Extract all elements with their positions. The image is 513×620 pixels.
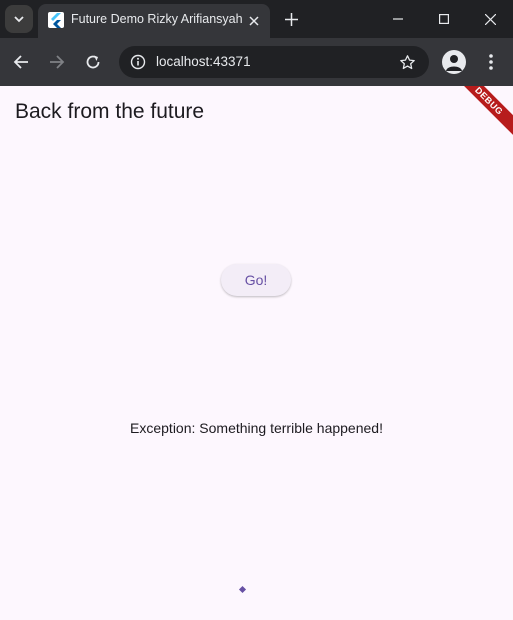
result-text: Exception: Something terrible happened! — [130, 420, 383, 436]
close-window-button[interactable] — [474, 4, 506, 34]
progress-indicator — [238, 585, 247, 594]
go-button[interactable]: Go! — [221, 264, 291, 296]
star-icon — [399, 54, 415, 69]
tab-strip: Future Demo Rizky Arifiansyah — [0, 0, 513, 38]
person-icon — [446, 55, 462, 71]
reload-icon — [86, 55, 100, 69]
active-tab[interactable]: Future Demo Rizky Arifiansyah — [38, 4, 270, 38]
minimize-button[interactable] — [382, 4, 414, 34]
minimize-icon — [393, 18, 403, 20]
browser-menu-button[interactable] — [480, 50, 502, 74]
tab-close-button[interactable] — [244, 11, 264, 31]
tab-search-button[interactable] — [5, 5, 33, 33]
chevron-down-icon — [14, 16, 24, 23]
address-bar[interactable]: localhost:43371 — [119, 46, 429, 78]
close-icon — [249, 16, 259, 26]
arrow-right-icon — [50, 55, 65, 69]
close-icon — [484, 13, 496, 25]
app-viewport: Back from the future Go! Exception: Some… — [0, 86, 513, 620]
browser-toolbar: localhost:43371 — [0, 38, 513, 86]
url-text[interactable]: localhost:43371 — [156, 54, 251, 69]
info-icon — [130, 54, 146, 70]
plus-icon — [284, 12, 298, 26]
flutter-icon — [48, 12, 64, 28]
back-button[interactable] — [9, 50, 33, 74]
maximize-icon — [439, 14, 449, 24]
tab-title: Future Demo Rizky Arifiansyah — [71, 12, 243, 26]
bookmark-button[interactable] — [397, 52, 417, 72]
forward-button[interactable] — [45, 50, 69, 74]
site-info-button[interactable] — [127, 51, 149, 73]
kebab-menu-icon — [489, 54, 493, 70]
debug-banner: DEBUG — [448, 86, 513, 142]
profile-button[interactable] — [442, 50, 466, 74]
maximize-button[interactable] — [428, 4, 460, 34]
new-tab-button[interactable] — [280, 8, 302, 30]
reload-button[interactable] — [81, 50, 105, 74]
arrow-left-icon — [13, 55, 28, 69]
app-bar-title: Back from the future — [15, 100, 205, 123]
